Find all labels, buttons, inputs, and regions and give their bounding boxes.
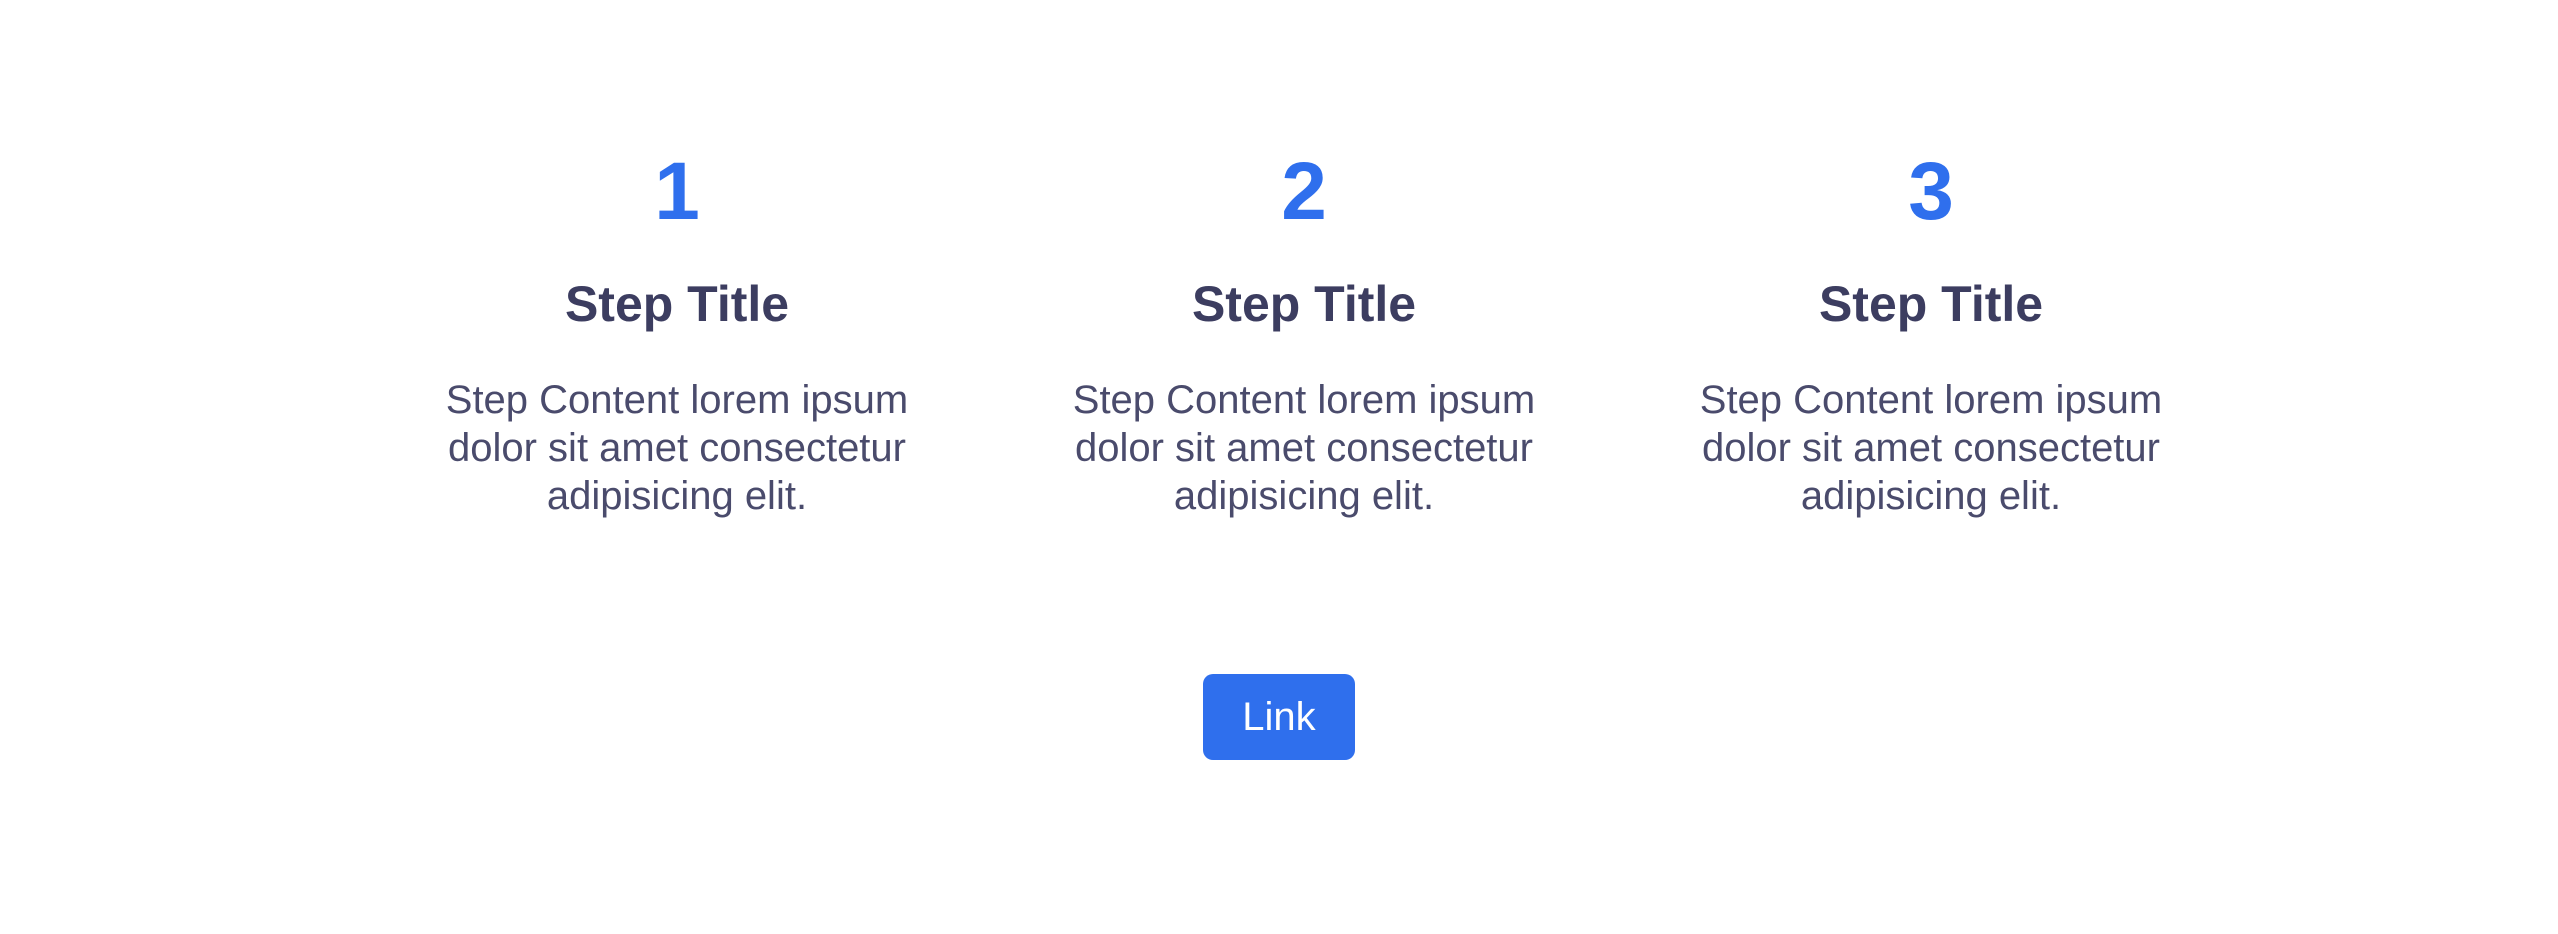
link-button[interactable]: Link xyxy=(1203,674,1355,760)
step-item-3: 3 Step Title Step Content lorem ipsum do… xyxy=(1666,148,2196,520)
step-number: 1 xyxy=(654,146,700,237)
step-content: Step Content lorem ipsum dolor sit amet … xyxy=(1072,378,1536,518)
step-item-1: 1 Step Title Step Content lorem ipsum do… xyxy=(412,148,942,520)
steps-page: 1 Step Title Step Content lorem ipsum do… xyxy=(0,0,2558,934)
step-content: Step Content lorem ipsum dolor sit amet … xyxy=(445,378,909,518)
step-title: Step Title xyxy=(564,276,790,332)
step-number: 2 xyxy=(1281,146,1327,237)
step-number: 3 xyxy=(1908,146,1954,237)
step-content: Step Content lorem ipsum dolor sit amet … xyxy=(1699,378,2163,518)
step-title: Step Title xyxy=(1191,276,1417,332)
step-title: Step Title xyxy=(1818,276,2044,332)
step-item-2: 2 Step Title Step Content lorem ipsum do… xyxy=(1039,148,1569,520)
steps-row: 1 Step Title Step Content lorem ipsum do… xyxy=(412,148,2196,520)
